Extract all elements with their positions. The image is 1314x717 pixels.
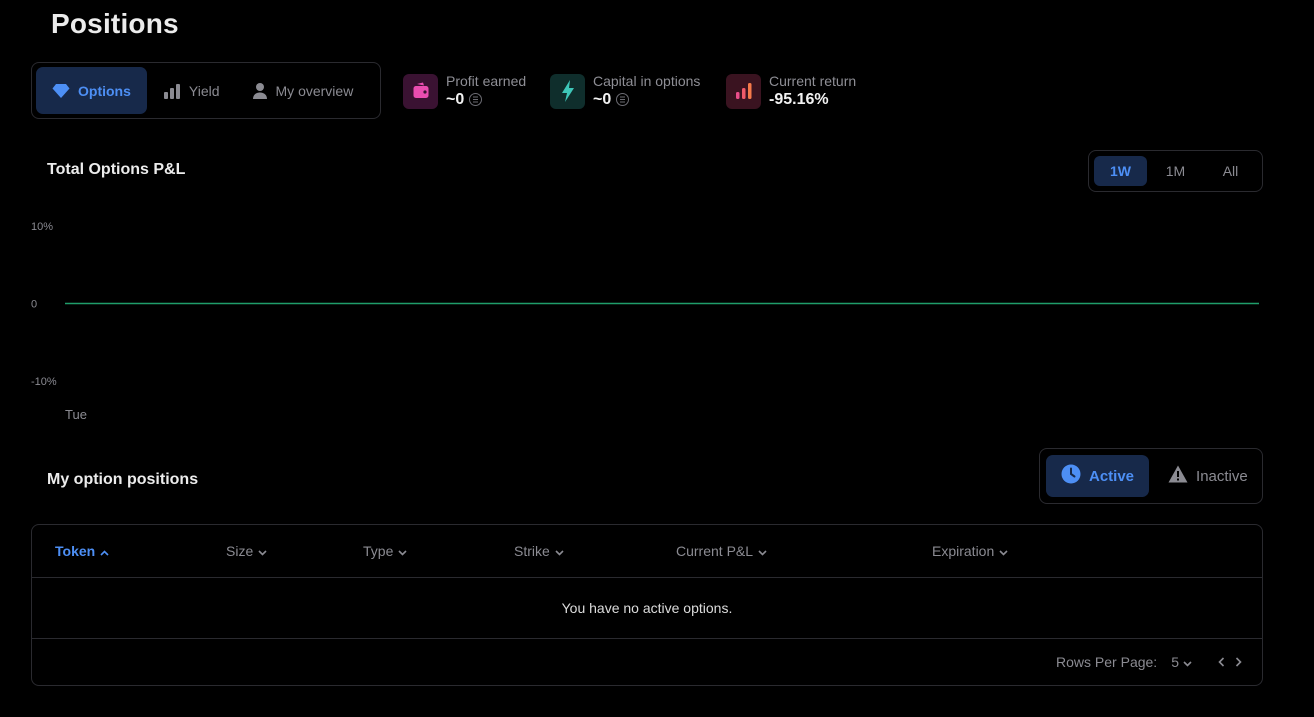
column-header-current-pnl[interactable]: Current P&L (676, 543, 767, 559)
range-tab-all[interactable]: All (1204, 156, 1257, 186)
column-header-size[interactable]: Size (226, 543, 267, 559)
clock-icon (1061, 464, 1081, 488)
stat-capital-label: Capital in options (593, 73, 701, 89)
stat-profit-value: ~0 (446, 91, 465, 108)
column-label: Strike (514, 543, 550, 559)
chevron-down-icon (1183, 654, 1192, 670)
pagination: Rows Per Page: 5 (1056, 654, 1242, 670)
chevron-down-icon (555, 543, 564, 559)
stat-current-return: Current return -95.16% (726, 73, 856, 109)
y-tick-label: 10% (31, 221, 53, 233)
tab-active-label: Active (1089, 467, 1135, 485)
tab-yield[interactable]: Yield (147, 67, 236, 114)
chevron-up-icon (100, 543, 109, 559)
chevron-down-icon (758, 543, 767, 559)
stat-profit-value-row: ~0 (446, 90, 526, 109)
y-tick-label: -10% (31, 376, 57, 388)
range-tab-1w[interactable]: 1W (1094, 156, 1147, 186)
range-tab-1m[interactable]: 1M (1149, 156, 1202, 186)
tab-my-overview-label: My overview (275, 82, 354, 99)
tab-options[interactable]: Options (36, 67, 147, 114)
column-header-type[interactable]: Type (363, 543, 407, 559)
tab-options-label: Options (78, 82, 131, 99)
range-tabs: 1W 1M All (1088, 150, 1263, 192)
column-header-token[interactable]: Token (55, 543, 109, 559)
previous-page-button[interactable] (1218, 654, 1225, 670)
rows-per-page-select[interactable]: 5 (1171, 654, 1192, 670)
status-tabs: Active Inactive (1039, 448, 1263, 504)
bar-chart-icon (163, 83, 181, 99)
user-icon (252, 82, 268, 100)
chevron-left-icon (1218, 654, 1225, 670)
tab-yield-label: Yield (188, 82, 220, 99)
tab-inactive[interactable]: Inactive (1153, 455, 1263, 497)
chevron-down-icon (398, 543, 407, 559)
lightning-icon (550, 73, 585, 109)
stat-capital-value-row: ~0 (593, 90, 700, 109)
stat-profit-earned: Profit earned ~0 (403, 73, 526, 109)
diamond-icon (52, 83, 70, 99)
chevron-right-icon (1235, 654, 1242, 670)
main-tabs: Options Yield My overview (31, 62, 381, 119)
page-title: Positions (51, 8, 179, 39)
tab-inactive-label: Inactive (1196, 467, 1248, 485)
stat-profit-label: Profit earned (446, 73, 527, 89)
table-header: Token Size Type Strike Current P&L Expir… (32, 525, 1262, 578)
x-tick-label: Tue (65, 407, 87, 422)
pnl-chart: 10% 0 -10% Tue (31, 221, 1259, 422)
column-label: Size (226, 543, 254, 559)
positions-table: Token Size Type Strike Current P&L Expir… (31, 524, 1263, 686)
empty-state-row: You have no active options. (32, 578, 1262, 639)
rows-per-page-label: Rows Per Page: (1056, 654, 1158, 670)
warning-icon (1168, 465, 1188, 487)
bars-up-icon (726, 73, 761, 109)
wallet-icon (403, 73, 438, 109)
stat-return-label: Current return (769, 73, 857, 89)
chevron-down-icon (999, 543, 1008, 559)
column-header-expiration[interactable]: Expiration (932, 543, 1008, 559)
next-page-button[interactable] (1235, 654, 1242, 670)
stat-return-value: -95.16% (769, 91, 829, 108)
tab-active[interactable]: Active (1046, 455, 1150, 497)
positions-title: My option positions (47, 471, 199, 488)
column-label: Expiration (932, 543, 995, 559)
coin-icon (616, 93, 630, 106)
coin-icon (469, 93, 483, 106)
positions-page: Positions Options Yield My overview Prof… (0, 0, 1314, 717)
column-label: Type (363, 543, 394, 559)
column-label: Current P&L (676, 543, 754, 559)
pnl-title: Total Options P&L (47, 161, 186, 178)
column-header-strike[interactable]: Strike (514, 543, 564, 559)
stat-capital-value: ~0 (593, 91, 612, 108)
chevron-down-icon (258, 543, 267, 559)
stat-capital-in-options: Capital in options ~0 (550, 73, 700, 109)
y-tick-label: 0 (31, 299, 37, 311)
rows-per-page-value: 5 (1171, 654, 1179, 670)
tab-my-overview[interactable]: My overview (236, 67, 370, 114)
column-label: Token (55, 543, 96, 559)
